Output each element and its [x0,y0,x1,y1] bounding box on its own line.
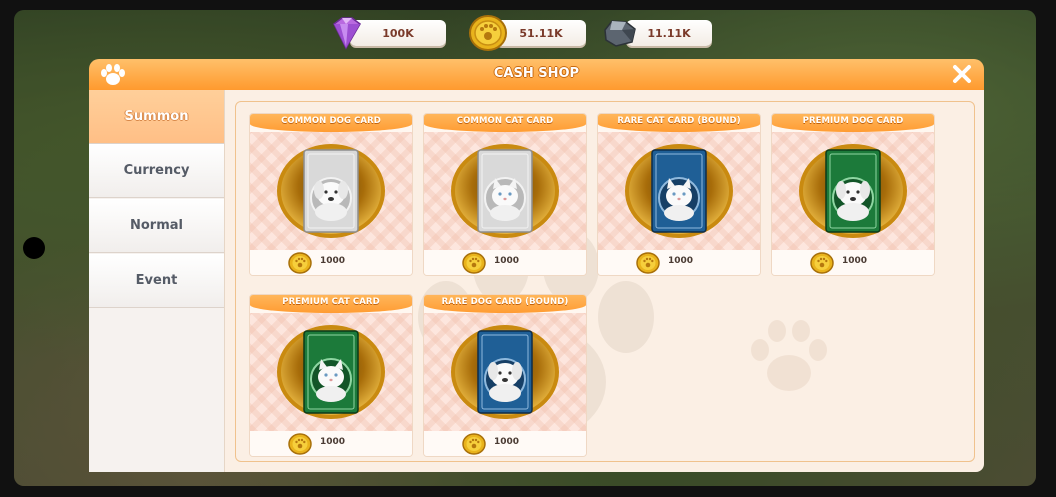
card-price: 1000 [842,256,868,266]
dialog-title: CASH SHOP [493,66,580,81]
close-button[interactable] [952,64,972,84]
background-paw-icon [751,320,827,391]
card-artwork [250,132,412,250]
card-artwork [424,313,586,431]
gold-coin-icon [288,252,312,274]
gold-coin-icon [810,252,834,274]
tab-summon[interactable]: Summon [89,90,224,144]
gold-counter: 51.11K [469,15,588,51]
tab-event[interactable]: Event [89,254,224,308]
card-title: RARE CAT CARD (BOUND) [617,116,741,126]
card-medallion-icon [451,144,559,238]
card-price: 1000 [494,437,520,447]
card-medallion-icon [277,325,385,419]
card-price-row: 1000 [250,431,412,456]
shop-card[interactable]: PREMIUM CAT CARD 1000 [249,294,413,457]
shop-card[interactable]: COMMON DOG CARD 1000 [249,113,413,276]
gold-coin-icon [469,15,507,51]
shop-card[interactable]: RARE CAT CARD (BOUND) 1000 [597,113,761,276]
gem-counter: 100K [328,17,448,50]
gold-coin-icon [462,433,486,455]
card-artwork [772,132,934,250]
gold-amount: 51.11K [496,20,586,46]
card-price-row: 1000 [598,250,760,275]
card-title: COMMON CAT CARD [456,116,554,126]
ore-amount: 11.11K [626,20,712,46]
card-title: RARE DOG CARD (BOUND) [441,297,569,307]
card-artwork [424,132,586,250]
shop-card[interactable]: PREMIUM DOG CARD 1000 [771,113,935,276]
card-medallion-icon [799,144,907,238]
gold-coin-icon [462,252,486,274]
card-title: PREMIUM CAT CARD [282,297,380,307]
close-icon [953,65,971,83]
card-price: 1000 [494,256,520,266]
card-artwork [598,132,760,250]
card-price: 1000 [320,256,346,266]
shop-card[interactable]: RARE DOG CARD (BOUND) 1000 [423,294,587,457]
card-title: COMMON DOG CARD [281,116,381,126]
tab-currency[interactable]: Currency [89,144,224,198]
card-price: 1000 [320,437,346,447]
side-indicator-dot [23,237,45,259]
gold-coin-icon [636,252,660,274]
ore-icon [604,20,636,47]
card-price: 1000 [668,256,694,266]
card-artwork [250,313,412,431]
ore-counter: 11.11K [604,20,714,47]
card-title: PREMIUM DOG CARD [802,116,904,126]
gold-coin-icon [288,433,312,455]
shop-card[interactable]: COMMON CAT CARD 1000 [423,113,587,276]
tab-normal[interactable]: Normal [89,199,224,253]
gem-icon [333,17,361,50]
card-price-row: 1000 [250,250,412,275]
card-price-row: 1000 [772,250,934,275]
card-medallion-icon [625,144,733,238]
card-medallion-icon [277,144,385,238]
category-sidebar: Summon Currency Normal Event [89,90,225,472]
card-price-row: 1000 [424,250,586,275]
card-medallion-icon [451,325,559,419]
card-price-row: 1000 [424,431,586,456]
